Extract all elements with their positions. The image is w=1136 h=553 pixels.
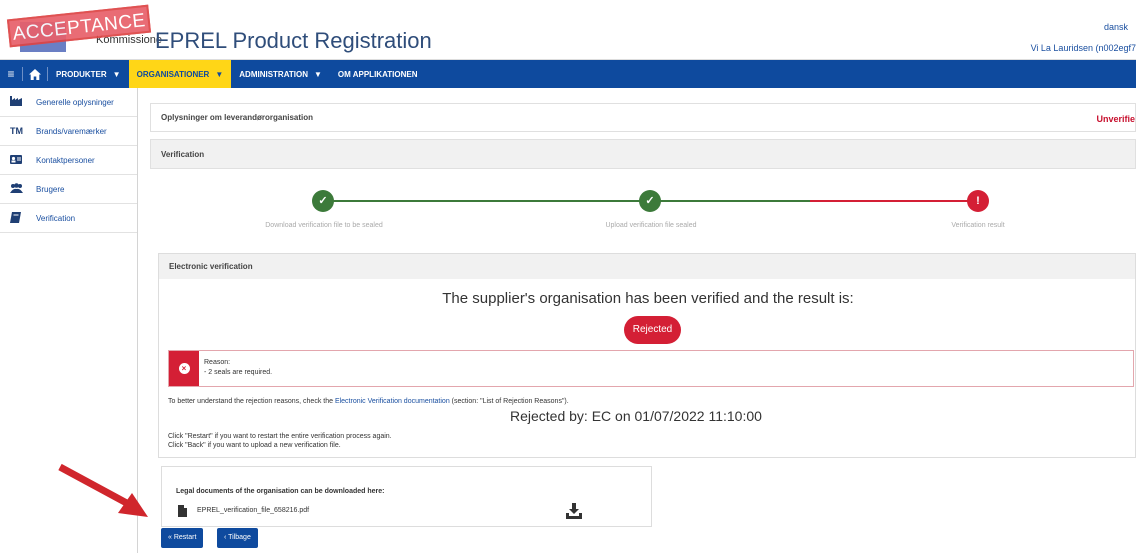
org-info-title: Oplysninger om leverandørorganisation: [161, 113, 314, 122]
step-label: Verification result: [951, 222, 1005, 229]
step-label: Download verification file to be sealed: [265, 222, 383, 229]
sidebar-item-kontaktpersoner[interactable]: Kontaktpersoner: [0, 146, 137, 175]
file-name[interactable]: EPREL_verification_file_658216.pdf: [197, 507, 309, 514]
caret-down-icon: ▼: [215, 69, 224, 79]
close-circle-icon: ×: [178, 363, 190, 374]
rejection-reason-alert: × Reason: - 2 seals are required.: [168, 350, 1134, 387]
reason-title: Reason:: [204, 359, 231, 366]
verification-title: Verification: [161, 149, 205, 159]
electronic-verification-title: Electronic verification: [169, 262, 253, 271]
nav-organisationer[interactable]: ORGANISATIONER ▼: [128, 60, 232, 88]
step-done-check-icon: ✓: [312, 190, 334, 212]
legal-documents-panel: Legal documents of the organisation can …: [161, 466, 652, 527]
nav-produkter-label: PRODUKTER: [56, 69, 107, 79]
menu-icon[interactable]: ≡: [0, 60, 22, 88]
user-menu[interactable]: Vi La Lauridsen (n002egf7: [1031, 43, 1136, 53]
caret-down-icon: ▼: [112, 69, 121, 79]
caret-down-icon: ▼: [314, 69, 322, 79]
reason-item: - 2 seals are required.: [204, 369, 273, 376]
sidebar-item-verification[interactable]: Verification: [0, 204, 137, 233]
rejected-by-text: Rejected by: EC on 01/07/2022 11:10:00: [510, 408, 762, 424]
step-error-exclamation-icon: !: [967, 190, 989, 212]
back-hint: Click "Back" if you want to upload a new…: [168, 442, 341, 449]
download-icon[interactable]: [565, 503, 583, 519]
header: Kommissione ACCEPTANCE EPREL Product Reg…: [0, 0, 1136, 60]
book-icon: [0, 211, 36, 225]
nav-administration-label: ADMINISTRATION: [239, 69, 308, 79]
legal-documents-title: Legal documents of the organisation can …: [176, 488, 385, 495]
back-button[interactable]: ‹ Tilbage: [217, 528, 258, 548]
app-root: Kommissione ACCEPTANCE EPREL Product Reg…: [0, 0, 1136, 553]
factory-icon: [0, 96, 36, 108]
home-icon[interactable]: [23, 60, 47, 88]
step-label: Upload verification file sealed: [605, 222, 697, 229]
annotation-arrow-icon: [58, 463, 148, 517]
sidebar-item-label: Generelle oplysninger: [36, 97, 114, 107]
sidebar-item-label: Kontaktpersoner: [36, 155, 95, 165]
info-suffix: (section: "List of Rejection Reasons").: [449, 398, 569, 405]
ec-logo[interactable]: Kommissione ACCEPTANCE: [6, 4, 162, 56]
sidebar-item-generelle-oplysninger[interactable]: Generelle oplysninger: [0, 88, 137, 117]
file-icon: [178, 505, 187, 517]
sidebar-item-label: Verification: [36, 213, 76, 223]
trademark-icon: TM: [10, 126, 23, 136]
sidebar-item-label: Brugere: [36, 184, 65, 194]
contact-card-icon: [0, 154, 36, 166]
verification-panel-header: Verification: [150, 139, 1136, 169]
step-connector: [650, 200, 810, 202]
restart-button[interactable]: « Restart: [161, 528, 204, 548]
step-connector: [810, 200, 976, 202]
verification-stepper: ✓ ✓ ! Download verification file to be s…: [150, 170, 1136, 240]
step-done-check-icon: ✓: [639, 190, 661, 212]
rejection-info-text: To better understand the rejection reaso…: [168, 398, 569, 405]
org-info-panel[interactable]: Oplysninger om leverandørorganisation Un…: [150, 103, 1136, 132]
status-badge: Unverifie: [1096, 114, 1135, 124]
main-navbar: ≡ PRODUKTER ▼ ORGANISATIONER ▼ ADMINISTR…: [0, 60, 1136, 88]
result-text: The supplier's organisation has been ver…: [442, 290, 854, 307]
rejected-badge: Rejected: [624, 316, 681, 344]
documentation-link[interactable]: Electronic Verification documentation: [335, 398, 450, 405]
page-title: EPREL Product Registration: [155, 28, 432, 53]
nav-produkter[interactable]: PRODUKTER ▼: [48, 60, 129, 88]
sidebar-item-label: Brands/varemærker: [36, 126, 107, 136]
users-icon: [0, 183, 36, 195]
nav-om-applikationen[interactable]: OM APPLIKATIONEN: [330, 60, 426, 88]
electronic-verification-header: Electronic verification: [159, 254, 1135, 279]
sidebar-item-brugere[interactable]: Brugere: [0, 175, 137, 204]
info-prefix: To better understand the rejection reaso…: [168, 398, 335, 405]
nav-administration[interactable]: ADMINISTRATION ▼: [231, 60, 330, 88]
alert-icon-area: ×: [169, 351, 199, 386]
nav-organisationer-label: ORGANISATIONER: [136, 69, 210, 79]
step-connector: [332, 200, 642, 202]
language-selector[interactable]: dansk: [1104, 22, 1128, 32]
nav-om-applikationen-label: OM APPLIKATIONEN: [337, 69, 418, 79]
sidebar-item-brands[interactable]: TM Brands/varemærker: [0, 117, 137, 146]
restart-hint: Click "Restart" if you want to restart t…: [168, 433, 392, 440]
